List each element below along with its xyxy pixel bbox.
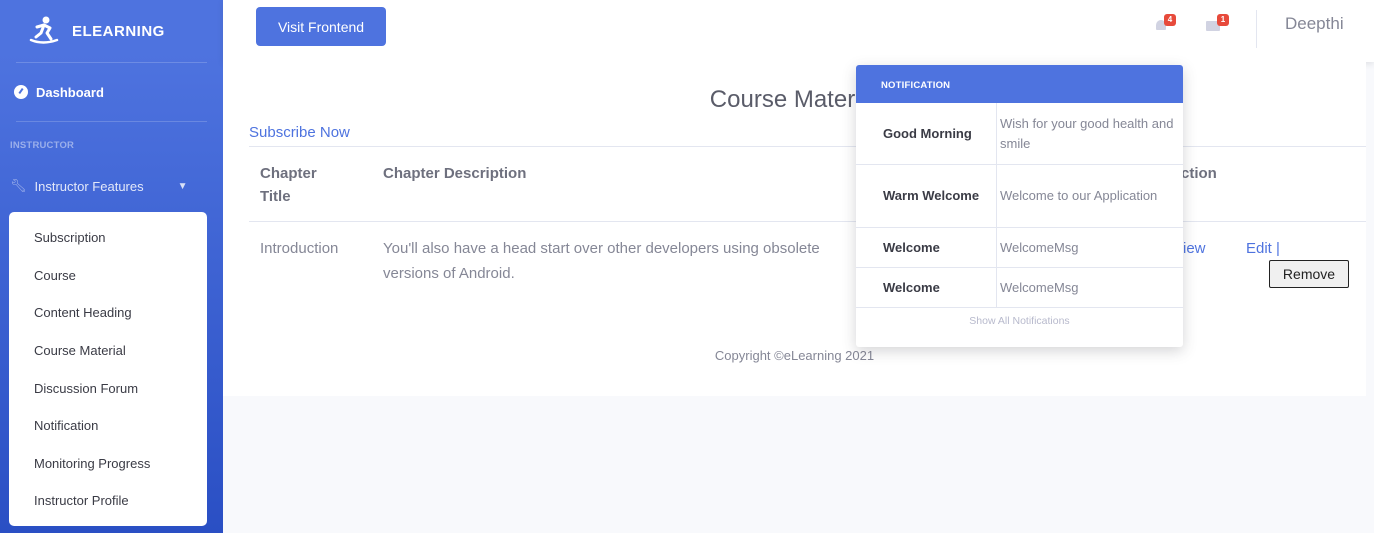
column-header-chapter-description: Chapter Description <box>383 165 527 182</box>
messages-count-badge: 1 <box>1217 14 1229 26</box>
notification-message: Welcome to our Application <box>1000 188 1158 203</box>
notification-dropdown: NOTIFICATION Good Morning Wish for your … <box>856 65 1183 347</box>
notification-title: Good Morning <box>858 103 997 164</box>
submenu-item-content-heading[interactable]: Content Heading <box>9 294 207 332</box>
notification-item[interactable]: Warm Welcome Welcome to our Application <box>856 165 1183 228</box>
table-border <box>249 221 1366 222</box>
column-header-chapter-title: Chapter Title <box>260 165 317 205</box>
notification-header: NOTIFICATION <box>856 65 1183 103</box>
view-link[interactable]: iew <box>1183 236 1206 261</box>
user-name[interactable]: Deepthi <box>1285 14 1344 34</box>
edit-link[interactable]: Edit | <box>1246 236 1280 261</box>
notification-item[interactable]: Welcome WelcomeMsg <box>856 268 1183 308</box>
alerts-count-badge: 4 <box>1164 14 1176 26</box>
table-border <box>249 146 1366 147</box>
submenu-item-monitoring-progress[interactable]: Monitoring Progress <box>9 445 207 483</box>
visit-frontend-button[interactable]: Visit Frontend <box>256 7 386 46</box>
submenu-item-discussion-forum[interactable]: Discussion Forum <box>9 369 207 407</box>
sidebar-item-dashboard[interactable]: Dashboard <box>0 63 223 121</box>
submenu-item-course-material[interactable]: Course Material <box>9 332 207 370</box>
sidebar-item-label: Instructor Features <box>34 178 144 194</box>
cell-chapter-description: You'll also have a head start over other… <box>383 240 820 282</box>
footer: Copyright ©eLearning 2021 <box>223 319 1366 396</box>
notification-item[interactable]: Welcome WelcomeMsg <box>856 228 1183 268</box>
sidebar: ELEARNING Dashboard INSTRUCTOR 🔧︎ Instru… <box>0 0 223 533</box>
remove-button[interactable]: Remove <box>1269 260 1349 288</box>
messages-toggle[interactable]: 1 <box>1206 14 1234 36</box>
sidebar-submenu: Subscription Course Content Heading Cour… <box>9 212 207 526</box>
notification-title: Warm Welcome <box>858 165 997 227</box>
topbar: Visit Frontend 4 1 Deepthi <box>223 0 1374 62</box>
submenu-item-course[interactable]: Course <box>9 257 207 295</box>
page-title: Course Material <box>709 86 880 113</box>
chevron-down-icon: ▼ <box>177 180 188 192</box>
copyright-text: Copyright ©eLearning 2021 <box>714 348 875 363</box>
notification-item[interactable]: Good Morning Wish for your good health a… <box>856 103 1183 165</box>
notification-title: Welcome <box>858 268 997 307</box>
sidebar-heading: INSTRUCTOR <box>10 140 75 151</box>
notification-message: WelcomeMsg <box>1000 279 1079 295</box>
notification-message: Wish for your good health and smile <box>1000 115 1174 151</box>
notification-title: Welcome <box>858 228 997 267</box>
show-all-notifications-link[interactable]: Show All Notifications <box>856 315 1183 327</box>
subscribe-now-link[interactable]: Subscribe Now <box>249 124 350 141</box>
snowboarder-icon <box>29 16 59 44</box>
notification-message: WelcomeMsg <box>1000 239 1079 255</box>
content-card: Course Material Subscribe Now Chapter Ti… <box>223 62 1366 319</box>
cell-chapter-title: Introduction <box>260 240 339 257</box>
topbar-divider <box>1256 10 1257 48</box>
alerts-toggle[interactable]: 4 <box>1156 14 1184 36</box>
submenu-item-notification[interactable]: Notification <box>9 407 207 445</box>
submenu-item-instructor-profile[interactable]: Instructor Profile <box>9 482 207 520</box>
sidebar-item-label: Dashboard <box>36 84 104 100</box>
tachometer-icon <box>14 85 28 99</box>
column-header-action: ction <box>1181 165 1217 182</box>
sidebar-brand[interactable]: ELEARNING <box>0 0 223 62</box>
submenu-item-subscription[interactable]: Subscription <box>9 219 207 257</box>
brand-name: ELEARNING <box>72 22 165 40</box>
sidebar-item-instructor-features[interactable]: 🔧︎ Instructor Features ▼ <box>0 168 223 204</box>
wrench-icon: 🔧︎ <box>10 178 27 193</box>
